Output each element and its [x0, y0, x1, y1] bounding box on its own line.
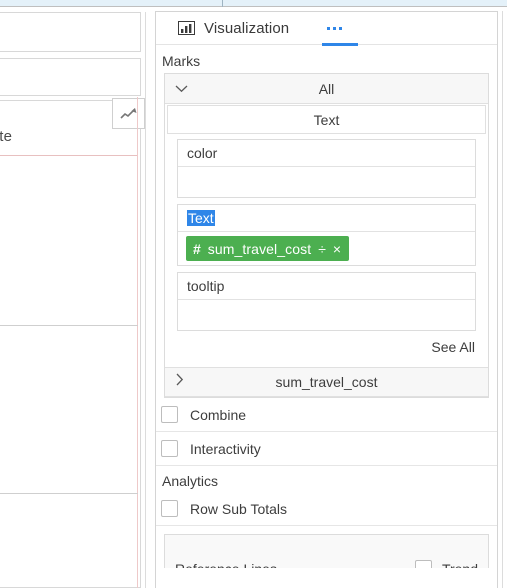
- tab-more-options[interactable]: [317, 12, 359, 46]
- marks-all-row[interactable]: All: [165, 74, 488, 104]
- left-panel-highlight-line-horizontal: [0, 155, 138, 156]
- mark-type-selector[interactable]: Text: [167, 105, 486, 134]
- aggregate-icon[interactable]: ÷: [318, 242, 326, 256]
- left-panel-box-top: [0, 12, 141, 52]
- marks-shelves: color Text # sum_travel_cost ÷ × tooltip: [165, 136, 488, 331]
- panel-tab-bar: Visualization: [156, 12, 497, 46]
- field-pill-sum-travel-cost[interactable]: # sum_travel_cost ÷ ×: [186, 236, 350, 261]
- collapsed-field-label: sum_travel_cost: [275, 374, 378, 390]
- interactivity-label: Interactivity: [190, 440, 261, 457]
- chevron-right-icon: [175, 373, 184, 391]
- shelf-text: Text # sum_travel_cost ÷ ×: [177, 204, 476, 266]
- left-panel-box-main: [0, 100, 141, 588]
- shelf-text-header[interactable]: Text: [178, 205, 475, 232]
- combine-label: Combine: [190, 406, 247, 423]
- tab-visualization[interactable]: Visualization: [156, 12, 299, 45]
- left-panel-highlight-line-vertical: [137, 97, 138, 588]
- top-bar: [0, 0, 507, 7]
- bar-chart-icon: [178, 21, 195, 35]
- mark-type-label: Text: [313, 111, 340, 128]
- tab-visualization-label: Visualization: [204, 19, 290, 37]
- shelf-color: color: [177, 139, 476, 198]
- see-all-link[interactable]: See All: [431, 339, 475, 355]
- visualization-panel: Visualization Marks All Text color Text …: [155, 11, 498, 588]
- left-panel-clipped-label: site: [0, 128, 13, 145]
- row-sub-totals-label: Row Sub Totals: [190, 500, 288, 517]
- field-pill-label: sum_travel_cost: [207, 240, 312, 257]
- trending-up-icon-button[interactable]: [112, 98, 145, 129]
- shelf-color-label: color: [187, 145, 218, 161]
- left-panel-box-middle: [0, 58, 141, 96]
- reference-lines-label: Reference Lines: [175, 561, 277, 569]
- ellipsis-icon: [327, 26, 343, 30]
- trend-label: Trend: [442, 561, 478, 569]
- shelf-tooltip-label: tooltip: [187, 278, 225, 294]
- option-row-combine[interactable]: Combine: [156, 398, 497, 432]
- bottom-partial-card: Reference Lines Trend: [164, 534, 489, 568]
- option-row-interactivity[interactable]: Interactivity: [156, 432, 497, 466]
- app-screen: site Visualization: [0, 0, 507, 588]
- collapsed-field-row[interactable]: sum_travel_cost: [165, 367, 488, 397]
- combine-checkbox[interactable]: [161, 406, 178, 423]
- trend-checkbox[interactable]: [414, 560, 432, 568]
- shelf-tooltip-header[interactable]: tooltip: [178, 273, 475, 300]
- remove-field-icon[interactable]: ×: [333, 242, 341, 256]
- chevron-down-icon: [175, 80, 188, 98]
- trending-up-icon: [119, 106, 138, 121]
- right-edge-strip: [502, 11, 507, 588]
- left-panel-row-divider: [0, 493, 138, 494]
- row-sub-totals-checkbox[interactable]: [161, 500, 178, 517]
- marks-section-label: Marks: [162, 53, 201, 69]
- see-all-row: See All: [165, 337, 488, 362]
- interactivity-checkbox[interactable]: [161, 440, 178, 457]
- analytics-section-label: Analytics: [162, 473, 219, 489]
- shelf-text-label[interactable]: Text: [187, 210, 215, 226]
- shelf-color-header[interactable]: color: [178, 140, 475, 167]
- marks-card: All Text color Text # sum_travel_cost ÷ …: [164, 73, 489, 398]
- marks-all-label: All: [318, 80, 335, 97]
- option-row-row-sub-totals[interactable]: Row Sub Totals: [156, 492, 497, 526]
- left-panel-row-divider: [0, 325, 138, 326]
- top-bar-divider: [222, 0, 223, 7]
- shelf-tooltip-dropzone[interactable]: [178, 300, 475, 330]
- shelf-text-dropzone[interactable]: # sum_travel_cost ÷ ×: [178, 232, 475, 265]
- shelf-color-dropzone[interactable]: [178, 167, 475, 197]
- panel-gutter: [145, 12, 146, 588]
- shelf-tooltip: tooltip: [177, 272, 476, 331]
- active-tab-indicator: [322, 42, 359, 46]
- number-field-icon: #: [193, 240, 201, 257]
